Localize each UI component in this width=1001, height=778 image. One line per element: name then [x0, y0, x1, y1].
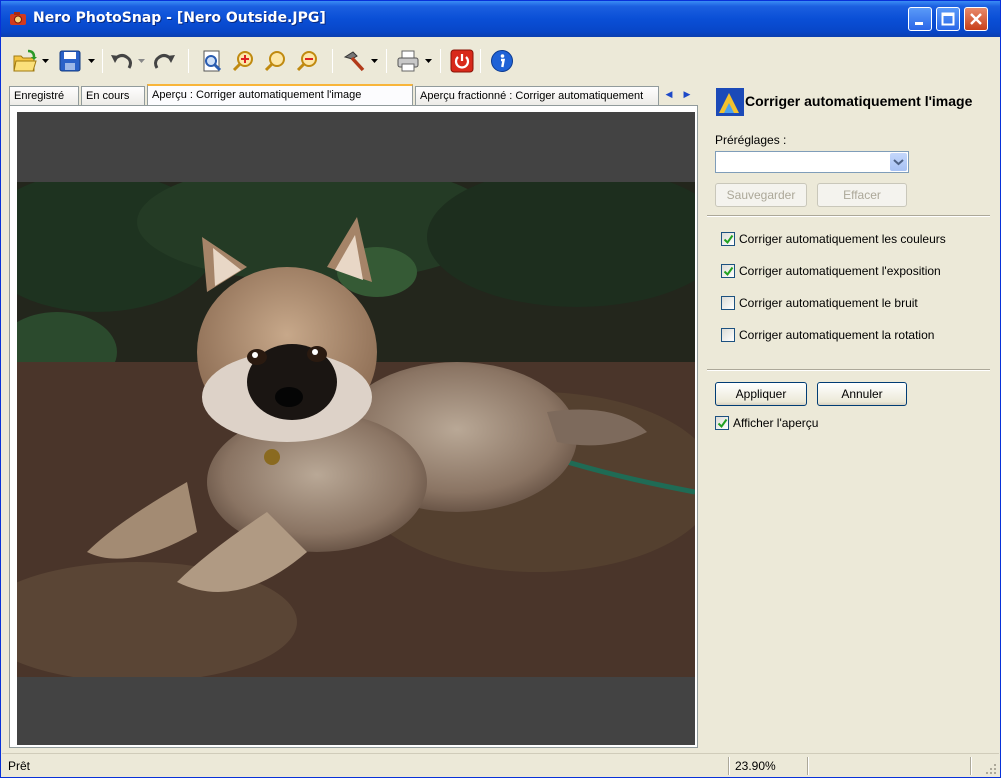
zoom-level: 23.90%: [735, 759, 776, 773]
option-label: Corriger automatiquement la rotation: [739, 328, 935, 342]
toolbar-separator: [440, 49, 441, 73]
title-bar[interactable]: Nero PhotoSnap - [Nero Outside.JPG]: [1, 1, 1000, 37]
window-title: Nero PhotoSnap - [Nero Outside.JPG]: [33, 10, 326, 26]
toolbar-separator: [386, 49, 387, 73]
tools-icon: [343, 51, 365, 72]
tab-label: Enregistré: [14, 90, 65, 102]
divider: [707, 369, 990, 371]
option-label: Corriger automatiquement le bruit: [739, 296, 918, 310]
tools-dropdown-icon[interactable]: [371, 59, 378, 63]
resize-grip-icon[interactable]: [985, 763, 997, 775]
chevron-down-icon[interactable]: [890, 153, 907, 171]
undo-icon: [111, 54, 132, 69]
view-tabs: Enregistré En cours Aperçu : Corriger au…: [9, 84, 701, 106]
checkbox[interactable]: [721, 264, 735, 278]
option-label: Afficher l'aperçu: [733, 416, 819, 430]
close-button[interactable]: [964, 7, 988, 31]
cancel-button[interactable]: Annuler: [817, 382, 907, 406]
option-label: Corriger automatiquement les couleurs: [739, 232, 946, 246]
app-icon: [10, 12, 26, 25]
tab-label: Aperçu fractionné : Corriger automatique…: [420, 90, 644, 102]
divider: [707, 215, 990, 217]
open-dropdown-icon[interactable]: [42, 59, 49, 63]
photo-puppy: [17, 182, 695, 677]
image-canvas[interactable]: [17, 112, 695, 745]
maximize-icon: [941, 12, 955, 26]
undo-dropdown-icon[interactable]: [138, 59, 145, 63]
toolbar: [2, 41, 999, 81]
page-view-icon: [203, 50, 222, 72]
zoom-in-icon: [232, 51, 253, 72]
open-button[interactable]: [10, 47, 38, 75]
tab-current[interactable]: En cours: [81, 86, 145, 106]
tab-label: En cours: [86, 90, 130, 102]
check-icon: [717, 418, 728, 429]
checkbox[interactable]: [721, 232, 735, 246]
page-view-button[interactable]: [198, 47, 226, 75]
status-divider: [807, 757, 809, 775]
maximize-button[interactable]: [936, 7, 960, 31]
zoom-out-icon: [296, 51, 317, 72]
tab-scroll-left-icon[interactable]: ◀: [661, 86, 677, 102]
app-window: Nero PhotoSnap - [Nero Outside.JPG] Enre…: [0, 0, 1001, 778]
tab-saved[interactable]: Enregistré: [9, 86, 79, 106]
redo-button[interactable]: [150, 47, 178, 75]
info-icon: [491, 50, 513, 72]
minimize-icon: [915, 22, 923, 25]
clear-preset-button[interactable]: Effacer: [817, 183, 907, 207]
checkbox[interactable]: [721, 328, 735, 342]
toolbar-separator: [188, 49, 189, 73]
image-viewer: [9, 105, 698, 748]
zoom-in-button[interactable]: [230, 47, 258, 75]
minimize-button[interactable]: [908, 7, 932, 31]
tab-preview-auto-correct[interactable]: Aperçu : Corriger automatiquement l'imag…: [147, 84, 413, 106]
toolbar-separator: [102, 49, 103, 73]
save-dropdown-icon[interactable]: [88, 59, 95, 63]
save-icon: [59, 50, 81, 72]
apply-button[interactable]: Appliquer: [715, 382, 807, 406]
close-icon: [970, 13, 982, 25]
print-dropdown-icon[interactable]: [425, 59, 432, 63]
undo-button[interactable]: [108, 47, 136, 75]
save-preset-button[interactable]: Sauvegarder: [715, 183, 807, 207]
toolbar-separator: [332, 49, 333, 73]
print-button[interactable]: [394, 47, 422, 75]
presets-label: Préréglages :: [715, 133, 787, 147]
auto-correct-panel: Corriger automatiquement l'image Prérégl…: [707, 85, 992, 745]
zoom-icon: [264, 51, 285, 72]
zoom-button[interactable]: [262, 47, 290, 75]
zoom-out-button[interactable]: [294, 47, 322, 75]
panel-title: Corriger automatiquement l'image: [745, 93, 973, 109]
check-icon: [723, 266, 734, 277]
tab-scroll-right-icon[interactable]: ▶: [679, 86, 695, 102]
open-icon: [13, 49, 37, 72]
auto-correct-icon: [716, 88, 744, 116]
redo-icon: [154, 54, 175, 69]
option-label: Corriger automatiquement l'exposition: [739, 264, 941, 278]
toolbar-separator: [480, 49, 481, 73]
status-divider: [728, 757, 730, 775]
check-icon: [723, 234, 734, 245]
save-button[interactable]: [56, 47, 84, 75]
tab-split-preview[interactable]: Aperçu fractionné : Corriger automatique…: [415, 86, 659, 106]
status-text: Prêt: [8, 759, 31, 773]
print-icon: [397, 50, 419, 72]
status-divider: [970, 757, 972, 775]
checkbox[interactable]: [721, 296, 735, 310]
presets-select[interactable]: [715, 151, 909, 173]
exit-button[interactable]: [448, 47, 476, 75]
info-button[interactable]: [488, 47, 516, 75]
power-icon: [450, 49, 474, 73]
tab-label: Aperçu : Corriger automatiquement l'imag…: [152, 89, 362, 101]
tools-button[interactable]: [340, 47, 368, 75]
status-bar: Prêt 23.90%: [2, 753, 999, 777]
checkbox[interactable]: [715, 416, 729, 430]
